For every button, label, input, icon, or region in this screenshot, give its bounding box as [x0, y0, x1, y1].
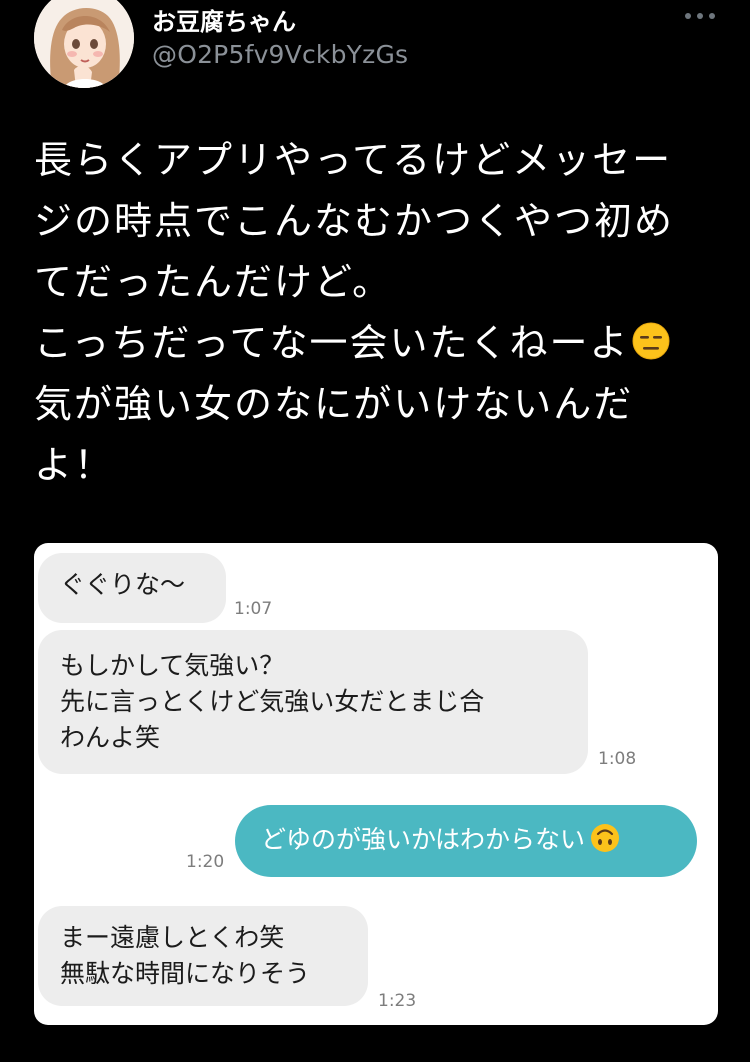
message-bubble-incoming: まー遠慮しとくわ笑 無駄な時間になりそう — [38, 906, 368, 1006]
more-options-icon[interactable] — [680, 4, 720, 28]
upside-down-face-emoji — [589, 822, 621, 854]
message-text: もしかして気強い？ 先に言っとくけど気強い女だとまじ合 わんよ笑 — [60, 651, 485, 752]
anime-girl-avatar-icon — [34, 0, 134, 88]
message-time: 1:08 — [598, 749, 637, 769]
tweet-text: 長らくアプリやってるけどメッセー ジの時点でこんなむかつくやつ初め てだったんだ… — [34, 130, 724, 496]
author-display-name[interactable]: お豆腐ちゃん — [152, 2, 296, 37]
chat-screenshot: ぐぐりな〜 1:07 もしかして気強い？ 先に言っとくけど気強い女だとまじ合 わ… — [34, 543, 718, 1025]
message-time: 1:07 — [234, 599, 273, 619]
message-text: どゆのが強いかはわからない — [261, 825, 586, 854]
author-avatar[interactable] — [34, 0, 134, 88]
message-time: 1:20 — [186, 852, 225, 872]
author-handle[interactable]: @O2P5fv9VckbYzGs — [152, 40, 408, 69]
expressionless-face-emoji — [631, 318, 671, 360]
message-bubble-incoming: ぐぐりな〜 — [38, 553, 226, 623]
message-bubble-incoming: もしかして気強い？ 先に言っとくけど気強い女だとまじ合 わんよ笑 — [38, 630, 588, 774]
message-time: 1:23 — [378, 991, 417, 1011]
message-text: ぐぐりな〜 — [60, 570, 186, 599]
message-bubble-outgoing: どゆのが強いかはわからない — [235, 805, 697, 877]
message-text: まー遠慮しとくわ笑 無駄な時間になりそう — [60, 923, 311, 988]
tweet-text-tail: 気が強い女のなにがいけないんだ よ！ — [34, 382, 634, 487]
tweet-text-main: 長らくアプリやってるけどメッセー ジの時点でこんなむかつくやつ初め てだったんだ… — [34, 138, 675, 365]
